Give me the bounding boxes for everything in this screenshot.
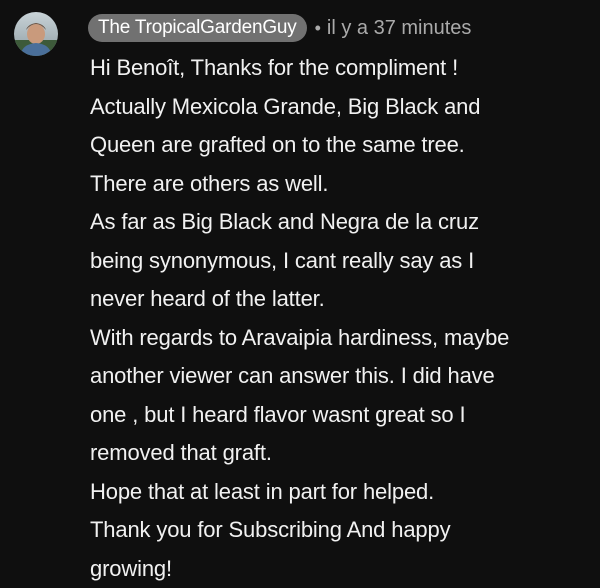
comment-line: being synonymous, I cant really say as I [90, 242, 595, 281]
author-name-chip[interactable]: The TropicalGardenGuy [88, 14, 307, 42]
comment-line: As far as Big Black and Negra de la cruz [90, 203, 595, 242]
meta-separator: • [315, 18, 321, 39]
comment-line: never heard of the latter. [90, 280, 595, 319]
comment-line: Hi Benoît, Thanks for the compliment ! [90, 49, 595, 88]
comment-line: removed that graft. [90, 434, 595, 473]
author-avatar[interactable] [14, 12, 58, 56]
comment-timestamp[interactable]: il y a 37 minutes [327, 17, 472, 40]
comment-line: With regards to Aravaipia hardiness, may… [90, 319, 595, 358]
user-avatar-photo-icon [14, 12, 58, 56]
comment-line: another viewer can answer this. I did ha… [90, 357, 595, 396]
comment-body: Hi Benoît, Thanks for the compliment ! A… [90, 49, 595, 588]
comment-line: growing! [90, 550, 595, 588]
comment-line: one , but I heard flavor wasnt great so … [90, 396, 595, 435]
comment-line: Queen are grafted on to the same tree. [90, 126, 595, 165]
comment-header: The TropicalGardenGuy • il y a 37 minute… [88, 12, 471, 44]
comment-line: Thank you for Subscribing And happy [90, 511, 595, 550]
comment-thread-item: The TropicalGardenGuy • il y a 37 minute… [0, 0, 600, 577]
comment-line: Hope that at least in part for helped. [90, 473, 595, 512]
comment-line: There are others as well. [90, 165, 595, 204]
comment-line: Actually Mexicola Grande, Big Black and [90, 88, 595, 127]
